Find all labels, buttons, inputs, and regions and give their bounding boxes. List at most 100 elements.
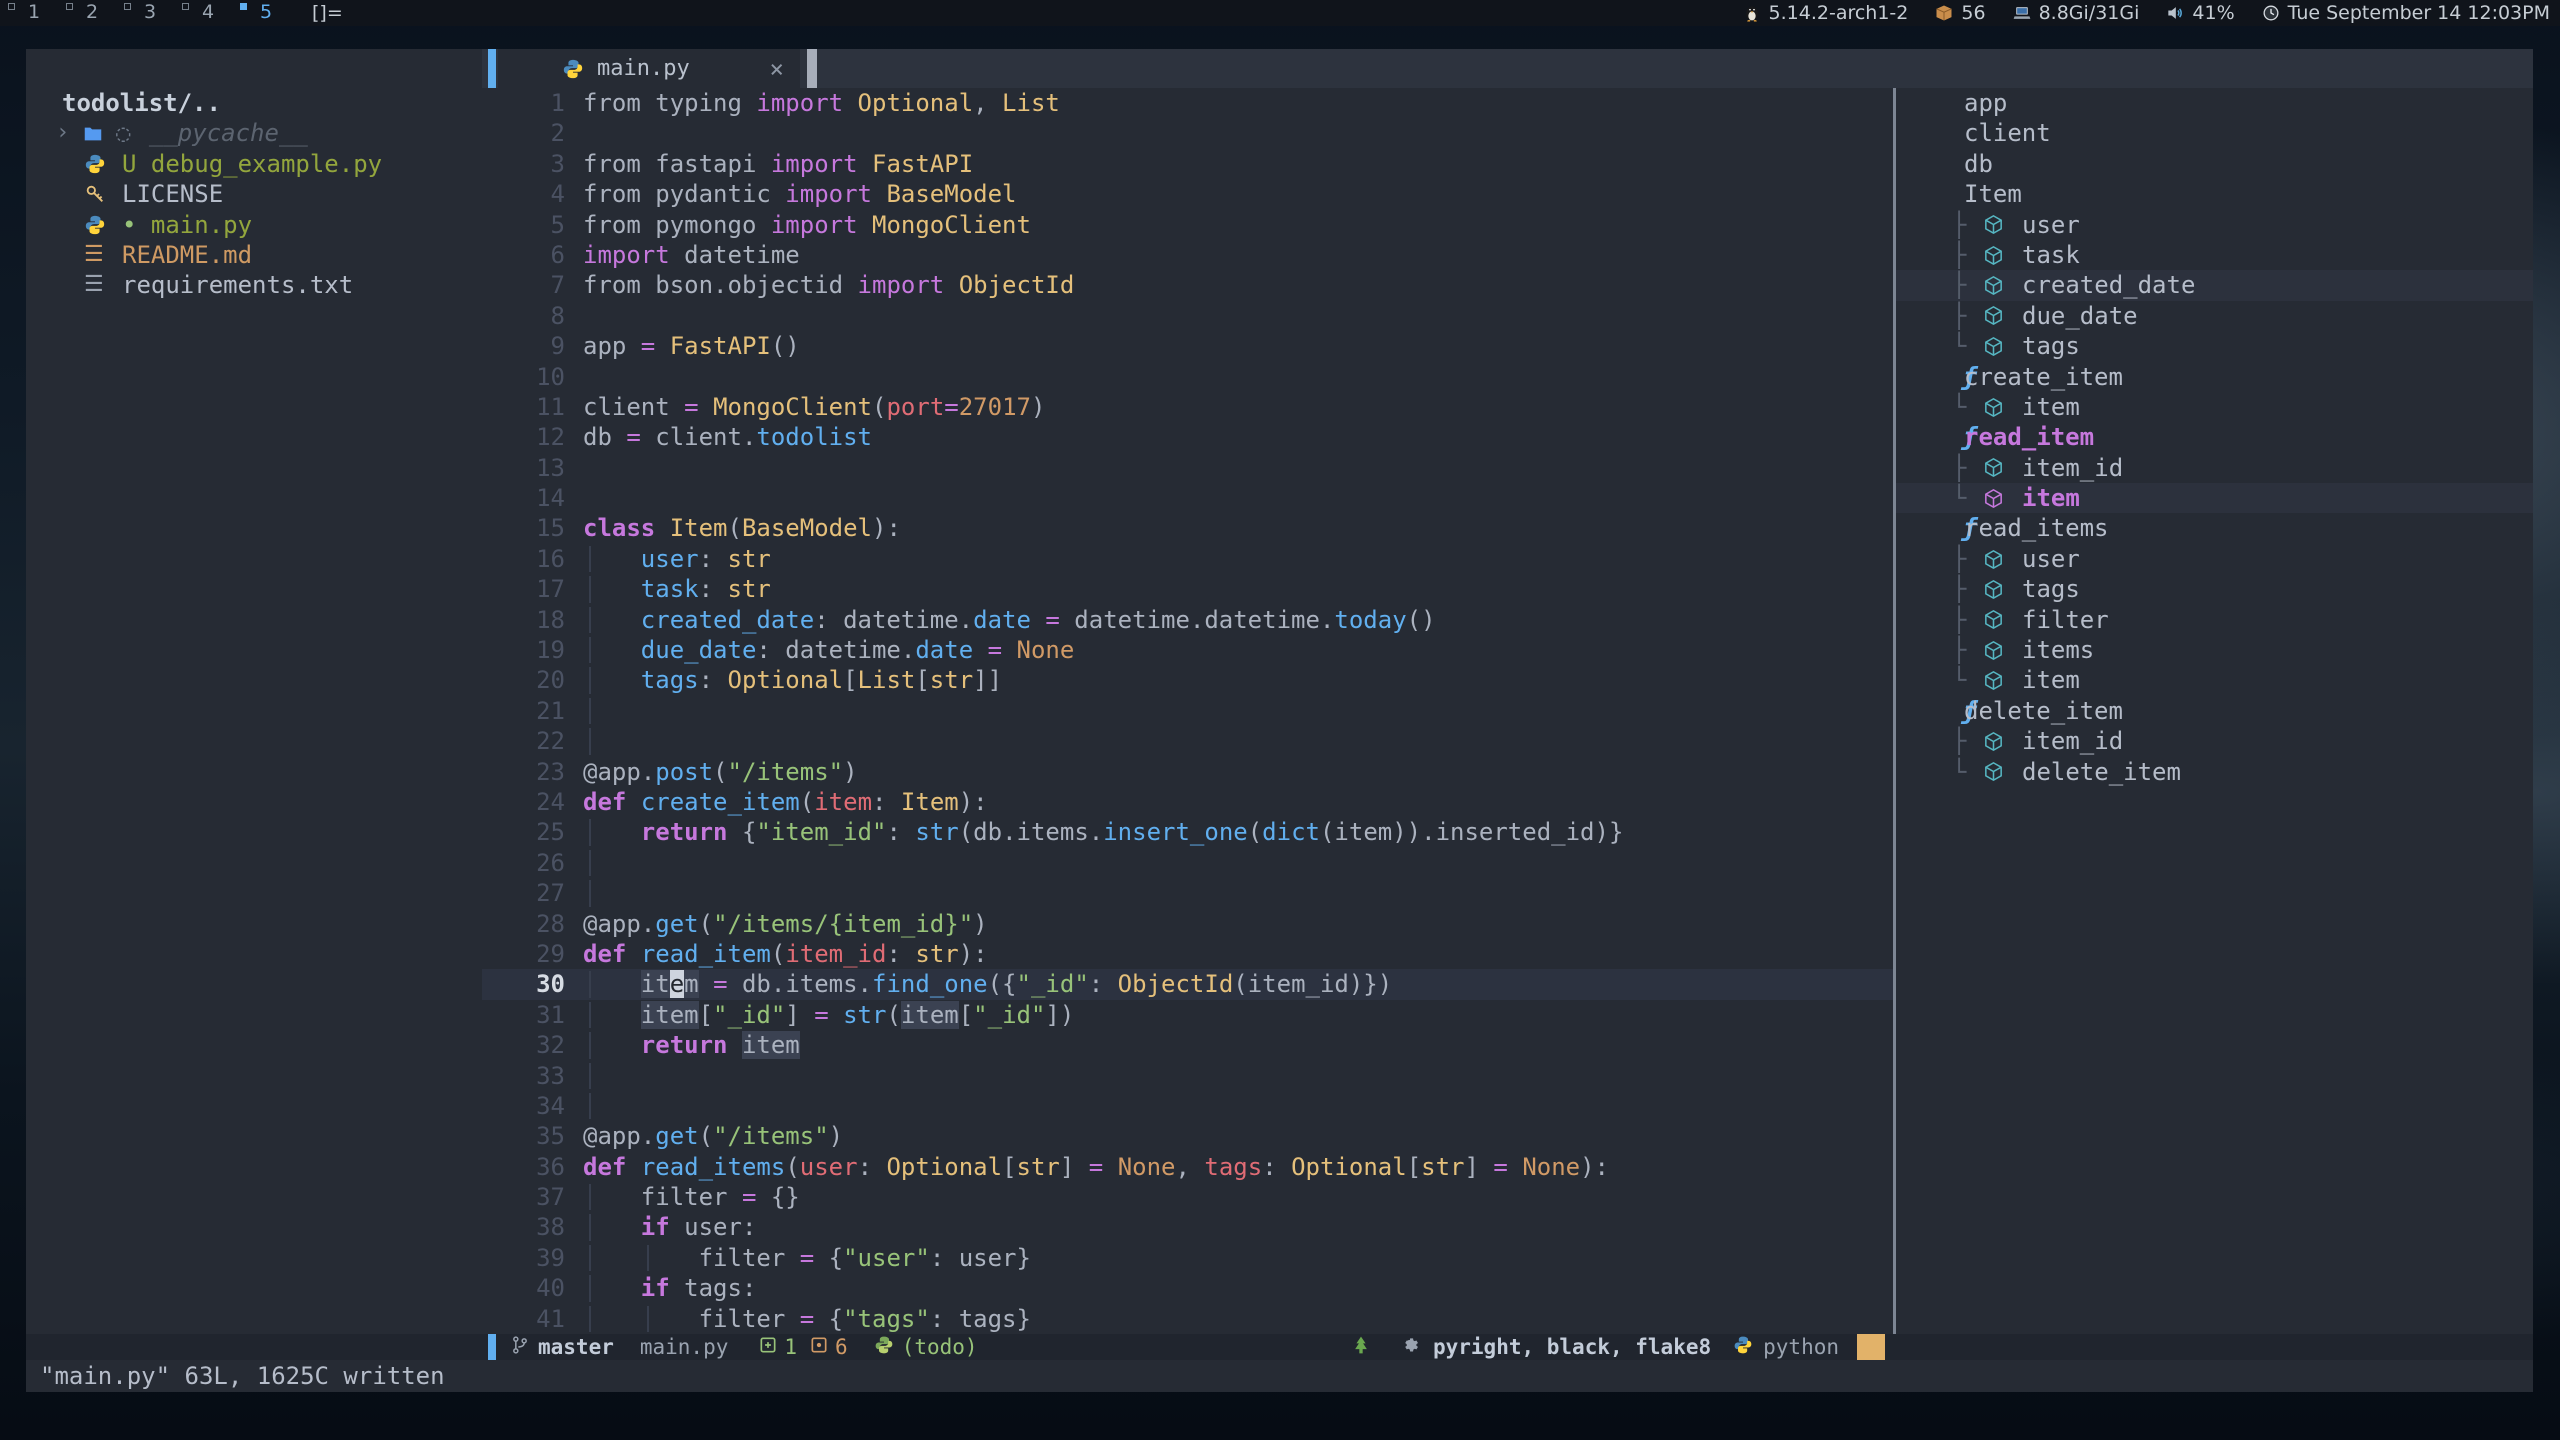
git-status-prefix: U <box>122 150 151 178</box>
code-line[interactable]: 41 filter = {"tags": tags} <box>482 1304 1893 1334</box>
workspace-tag-4[interactable]: 4 <box>174 0 232 26</box>
line-number: 20 <box>482 665 583 695</box>
line-number: 35 <box>482 1121 583 1151</box>
outline-symbol-create_item[interactable]: ƒcreate_item <box>1896 362 2533 392</box>
code-line[interactable]: 24def create_item(item: Item): <box>482 787 1893 817</box>
workspace-tag-1[interactable]: 1 <box>0 0 58 26</box>
outline-symbol-item_id[interactable]: ├ item_id <box>1896 726 2533 756</box>
code-line[interactable]: 32 return item <box>482 1030 1893 1060</box>
code-line[interactable]: 20 tags: Optional[List[str]] <box>482 665 1893 695</box>
code-line[interactable]: 35@app.get("/items") <box>482 1121 1893 1151</box>
outline-symbol-label: items <box>2022 635 2094 665</box>
outline-symbol-item[interactable]: └ item <box>1896 665 2533 695</box>
code-line[interactable]: 23@app.post("/items") <box>482 757 1893 787</box>
code-line[interactable]: 30 item = db.items.find_one({"_id": Obje… <box>482 969 1893 999</box>
code-line[interactable]: 6import datetime <box>482 240 1893 270</box>
code-line[interactable]: 27 <box>482 878 1893 908</box>
workspace-tag-5[interactable]: 5 <box>232 0 290 26</box>
mode-indicator-block <box>488 1334 496 1360</box>
outline-symbol-task[interactable]: ├ task <box>1896 240 2533 270</box>
code-line[interactable]: 9app = FastAPI() <box>482 331 1893 361</box>
tree-root-folder[interactable]: todolist/.. <box>26 88 482 118</box>
outline-symbol-app[interactable]: app <box>1896 88 2533 118</box>
outline-symbol-read_item[interactable]: ƒread_item <box>1896 422 2533 452</box>
code-line[interactable]: 19 due_date: datetime.date = None <box>482 635 1893 665</box>
code-text: if tags: <box>583 1273 756 1303</box>
code-line[interactable]: 16 user: str <box>482 544 1893 574</box>
code-line[interactable]: 15class Item(BaseModel): <box>482 513 1893 543</box>
code-line[interactable]: 8 <box>482 301 1893 331</box>
code-text: from pydantic import BaseModel <box>583 179 1017 209</box>
outline-symbol-db[interactable]: db <box>1896 149 2533 179</box>
laptop-icon <box>2012 3 2032 23</box>
outline-symbol-delete_item[interactable]: └ delete_item <box>1896 757 2533 787</box>
code-line[interactable]: 34 <box>482 1091 1893 1121</box>
code-line[interactable]: 40 if tags: <box>482 1273 1893 1303</box>
outline-symbol-Item[interactable]: Item <box>1896 179 2533 209</box>
variable-cube-icon <box>1982 669 2020 692</box>
tree-item-requirements-txt[interactable]: ☰requirements.txt <box>26 270 482 300</box>
workspace-tag-3[interactable]: 3 <box>116 0 174 26</box>
code-line[interactable]: 1from typing import Optional, List <box>482 88 1893 118</box>
outline-symbol-label: create_item <box>1964 362 2123 392</box>
code-line[interactable]: 18 created_date: datetime.date = datetim… <box>482 605 1893 635</box>
code-line[interactable]: 10 <box>482 362 1893 392</box>
outline-symbol-filter[interactable]: ├ filter <box>1896 605 2533 635</box>
code-line[interactable]: 12db = client.todolist <box>482 422 1893 452</box>
close-icon[interactable]: × <box>770 55 784 83</box>
outline-symbol-tags[interactable]: └ tags <box>1896 331 2533 361</box>
line-number: 3 <box>482 149 583 179</box>
outline-symbol-delete_item[interactable]: ƒdelete_item <box>1896 696 2533 726</box>
tree-item--pycache-[interactable]: › ◌ __pycache__ <box>26 118 482 148</box>
tree-item-main-py[interactable]: • main.py <box>26 210 482 240</box>
code-line[interactable]: 3from fastapi import FastAPI <box>482 149 1893 179</box>
code-line[interactable]: 14 <box>482 483 1893 513</box>
layout-indicator[interactable]: []= <box>312 2 343 24</box>
code-line[interactable]: 11client = MongoClient(port=27017) <box>482 392 1893 422</box>
code-line[interactable]: 13 <box>482 453 1893 483</box>
code-line[interactable]: 38 if user: <box>482 1212 1893 1242</box>
outline-symbol-read_items[interactable]: ƒread_items <box>1896 513 2533 543</box>
python-icon <box>84 214 118 236</box>
tree-item-license[interactable]: LICENSE <box>26 179 482 209</box>
code-line[interactable]: 33 <box>482 1061 1893 1091</box>
code-line[interactable]: 21 <box>482 696 1893 726</box>
workspace-tag-2[interactable]: 2 <box>58 0 116 26</box>
tree-item-readme-md[interactable]: ☰README.md <box>26 240 482 270</box>
code-line[interactable]: 39 filter = {"user": user} <box>482 1243 1893 1273</box>
outline-symbol-user[interactable]: ├ user <box>1896 210 2533 240</box>
code-line[interactable]: 31 item["_id"] = str(item["_id"]) <box>482 1000 1893 1030</box>
code-line[interactable]: 17 task: str <box>482 574 1893 604</box>
workspace-indicator-square <box>66 3 73 10</box>
code-line[interactable]: 2 <box>482 118 1893 148</box>
code-text: filter = {"tags": tags} <box>583 1304 1031 1334</box>
outline-symbol-client[interactable]: client <box>1896 118 2533 148</box>
tab-main-py[interactable]: main.py × <box>498 49 800 88</box>
outline-symbol-item[interactable]: └ item <box>1896 483 2533 513</box>
bufferline-offset-marker <box>488 49 496 88</box>
tree-connector: ├ <box>1896 605 1982 635</box>
chevron-right-icon[interactable]: › <box>26 118 82 148</box>
code-line[interactable]: 7from bson.objectid import ObjectId <box>482 270 1893 300</box>
outline-symbol-item_id[interactable]: ├ item_id <box>1896 453 2533 483</box>
outline-symbol-created_date[interactable]: ├ created_date <box>1896 270 2533 300</box>
code-line[interactable]: 5from pymongo import MongoClient <box>482 210 1893 240</box>
key-icon <box>84 183 118 205</box>
code-text: @app.post("/items") <box>583 757 858 787</box>
code-line[interactable]: 26 <box>482 848 1893 878</box>
outline-symbol-items[interactable]: ├ items <box>1896 635 2533 665</box>
code-line[interactable]: 22 <box>482 726 1893 756</box>
outline-symbol-tags[interactable]: ├ tags <box>1896 574 2533 604</box>
code-line[interactable]: 36def read_items(user: Optional[str] = N… <box>482 1152 1893 1182</box>
indent-guide <box>589 667 591 693</box>
code-line[interactable]: 28@app.get("/items/{item_id}") <box>482 909 1893 939</box>
folder-icon <box>82 123 116 145</box>
outline-symbol-item[interactable]: └ item <box>1896 392 2533 422</box>
tree-item-debug-example-py[interactable]: U debug_example.py <box>26 149 482 179</box>
code-line[interactable]: 37 filter = {} <box>482 1182 1893 1212</box>
outline-symbol-user[interactable]: ├ user <box>1896 544 2533 574</box>
outline-symbol-due_date[interactable]: ├ due_date <box>1896 301 2533 331</box>
code-line[interactable]: 25 return {"item_id": str(db.items.inser… <box>482 817 1893 847</box>
code-line[interactable]: 4from pydantic import BaseModel <box>482 179 1893 209</box>
code-line[interactable]: 29def read_item(item_id: str): <box>482 939 1893 969</box>
